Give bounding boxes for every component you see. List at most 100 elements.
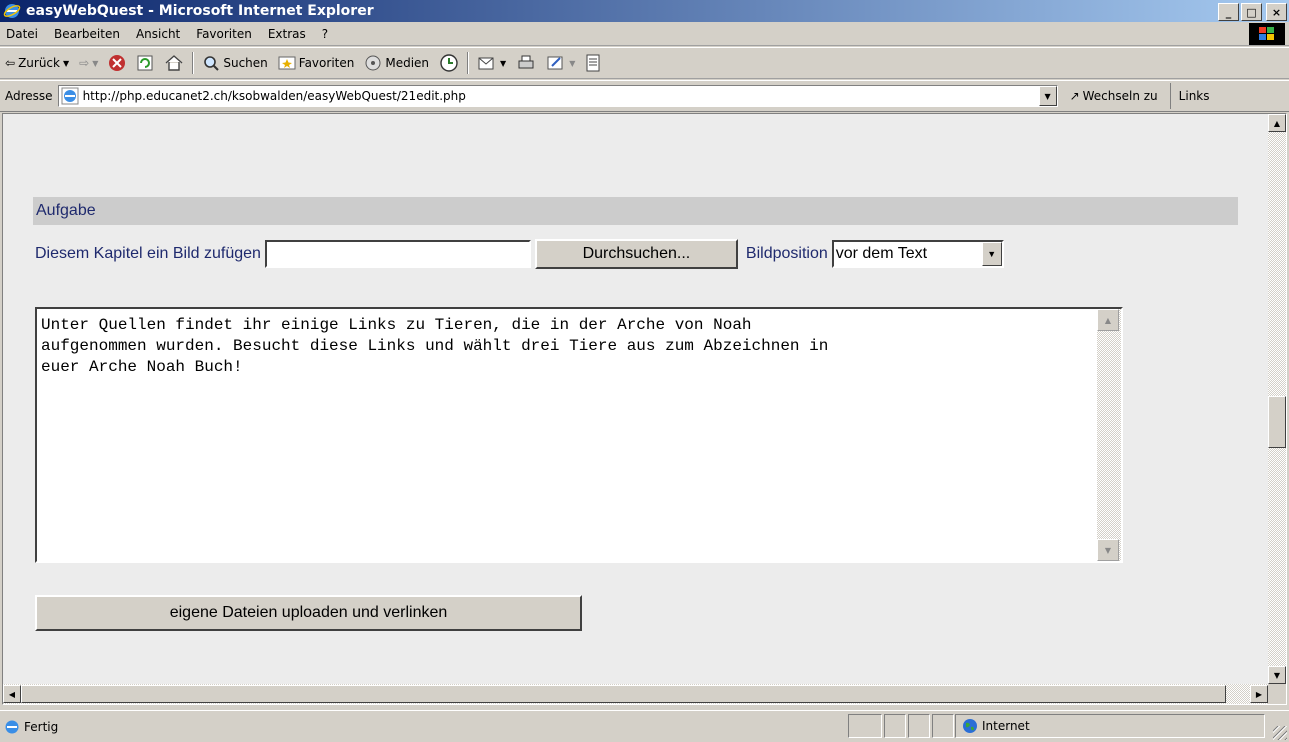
mail-button[interactable]: ▼	[472, 54, 511, 72]
status-cell	[908, 714, 930, 738]
address-url: http://php.educanet2.ch/ksobwalden/easyW…	[82, 89, 466, 103]
search-icon	[204, 56, 220, 71]
menu-datei[interactable]: Datei	[0, 27, 46, 41]
chevron-left-icon: ◀	[8, 689, 16, 699]
status-cell	[884, 714, 906, 738]
position-select[interactable]: vor dem Text ▼	[831, 240, 1004, 268]
chapter-textarea[interactable]: Unter Quellen findet ihr einige Links zu…	[35, 307, 1123, 563]
chevron-right-icon: ▶	[1255, 689, 1263, 699]
forward-arrow-icon: ⇨	[79, 56, 90, 70]
image-upload-row: Diesem Kapitel ein Bild zufügen Durchsuc…	[35, 239, 1004, 269]
page-horizontal-scrollbar[interactable]: ◀ ▶	[3, 684, 1268, 704]
go-button[interactable]: ↗ Wechseln zu	[1070, 89, 1158, 103]
minimize-button[interactable]: _	[1218, 3, 1239, 21]
chevron-down-icon: ▼	[569, 58, 576, 68]
address-input[interactable]: http://php.educanet2.ch/ksobwalden/easyW…	[57, 85, 1058, 107]
textarea-scroll-down-button[interactable]: ▼	[1097, 539, 1119, 561]
globe-icon	[963, 719, 977, 733]
scroll-up-button[interactable]: ▲	[1268, 114, 1286, 132]
textarea-content: Unter Quellen findet ihr einige Links zu…	[41, 316, 829, 376]
ie-page-icon	[61, 87, 79, 105]
scroll-right-button[interactable]: ▶	[1250, 685, 1268, 703]
go-arrow-icon: ↗	[1069, 89, 1080, 103]
browse-button[interactable]: Durchsuchen...	[534, 239, 738, 269]
mail-icon	[478, 57, 494, 70]
file-path-input[interactable]	[264, 240, 531, 268]
page-vertical-scrollbar[interactable]: ▲ ▼	[1268, 114, 1286, 684]
chevron-down-icon: ▼	[500, 58, 507, 68]
zone-label: Internet	[982, 719, 1030, 733]
toolbar-separator	[467, 52, 470, 74]
go-label: Wechseln zu	[1082, 89, 1158, 103]
back-arrow-icon: ⇦	[5, 56, 16, 70]
status-cell	[848, 714, 882, 738]
title-bar: easyWebQuest - Microsoft Internet Explor…	[0, 0, 1289, 22]
ie-logo-icon	[3, 4, 21, 18]
forward-button[interactable]: ⇨ ▼	[74, 56, 103, 70]
menu-bar: Datei Bearbeiten Ansicht Favoriten Extra…	[0, 22, 1289, 46]
chevron-up-icon: ▲	[1104, 315, 1112, 325]
section-title: Aufgabe	[33, 197, 1238, 225]
media-label: Medien	[385, 56, 430, 70]
discuss-button[interactable]	[580, 54, 606, 72]
address-dropdown-button[interactable]: ▼	[1038, 86, 1057, 106]
favorites-label: Favoriten	[298, 56, 355, 70]
media-button[interactable]: Medien	[359, 54, 434, 72]
search-label: Suchen	[223, 56, 268, 70]
refresh-button[interactable]	[131, 54, 159, 72]
menu-extras[interactable]: Extras	[260, 27, 314, 41]
chevron-down-icon: ▼	[92, 58, 99, 68]
star-icon	[278, 56, 296, 70]
chevron-down-icon: ▼	[62, 58, 70, 68]
stop-button[interactable]	[103, 54, 131, 72]
scroll-down-button[interactable]: ▼	[1268, 666, 1286, 684]
scroll-left-button[interactable]: ◀	[3, 685, 21, 703]
image-label: Diesem Kapitel ein Bild zufügen	[35, 245, 261, 262]
status-text: Fertig	[24, 719, 59, 734]
windows-logo-icon	[1249, 23, 1285, 45]
close-button[interactable]: ×	[1266, 3, 1287, 21]
address-bar: Adresse http://php.educanet2.ch/ksobwald…	[0, 80, 1289, 112]
position-value: vor dem Text	[835, 245, 928, 262]
position-dropdown-button[interactable]: ▼	[981, 242, 1002, 266]
links-button[interactable]: Links	[1169, 83, 1210, 109]
history-icon	[440, 54, 458, 72]
scrollbar-corner	[1268, 684, 1286, 704]
upload-files-button[interactable]: eigene Dateien uploaden und verlinken	[35, 595, 582, 631]
chevron-down-icon: ▼	[1044, 91, 1051, 101]
history-button[interactable]	[434, 53, 464, 73]
maximize-button[interactable]: □	[1241, 3, 1262, 21]
chevron-down-icon: ▼	[1104, 545, 1112, 555]
chevron-up-icon: ▲	[1273, 118, 1281, 128]
home-icon	[165, 55, 183, 71]
search-button[interactable]: Suchen	[197, 54, 272, 72]
chevron-down-icon: ▼	[987, 249, 997, 259]
ie-page-icon	[5, 720, 19, 733]
back-label: Zurück	[18, 56, 60, 70]
media-icon	[365, 55, 381, 71]
menu-favoriten[interactable]: Favoriten	[188, 27, 260, 41]
horizontal-scroll-thumb[interactable]	[21, 685, 1226, 703]
resize-grip[interactable]	[1273, 726, 1287, 740]
status-cell	[932, 714, 954, 738]
toolbar-separator	[192, 52, 195, 74]
vertical-scroll-thumb[interactable]	[1268, 396, 1286, 448]
back-button[interactable]: ⇦ Zurück ▼	[0, 56, 74, 70]
favorites-button[interactable]: Favoriten	[273, 54, 360, 72]
textarea-scroll-up-button[interactable]: ▲	[1097, 309, 1119, 331]
home-button[interactable]	[159, 54, 189, 72]
menu-bearbeiten[interactable]: Bearbeiten	[46, 27, 128, 41]
status-message: Fertig	[4, 719, 58, 735]
menu-help[interactable]: ?	[314, 27, 336, 41]
print-button[interactable]	[511, 54, 541, 72]
printer-icon	[518, 55, 534, 69]
page-viewport: Aufgabe Diesem Kapitel ein Bild zufügen …	[2, 113, 1287, 705]
toolbar: ⇦ Zurück ▼ ⇨ ▼ Suchen Favoriten Medien ▼…	[0, 47, 1289, 79]
chevron-down-icon: ▼	[1273, 670, 1281, 680]
status-bar: Fertig Internet	[0, 710, 1289, 742]
edit-icon	[547, 56, 563, 70]
textarea-scrollbar[interactable]: ▲ ▼	[1097, 309, 1121, 561]
menu-ansicht[interactable]: Ansicht	[128, 27, 188, 41]
edit-button[interactable]: ▼	[541, 54, 580, 72]
refresh-icon	[137, 55, 153, 71]
